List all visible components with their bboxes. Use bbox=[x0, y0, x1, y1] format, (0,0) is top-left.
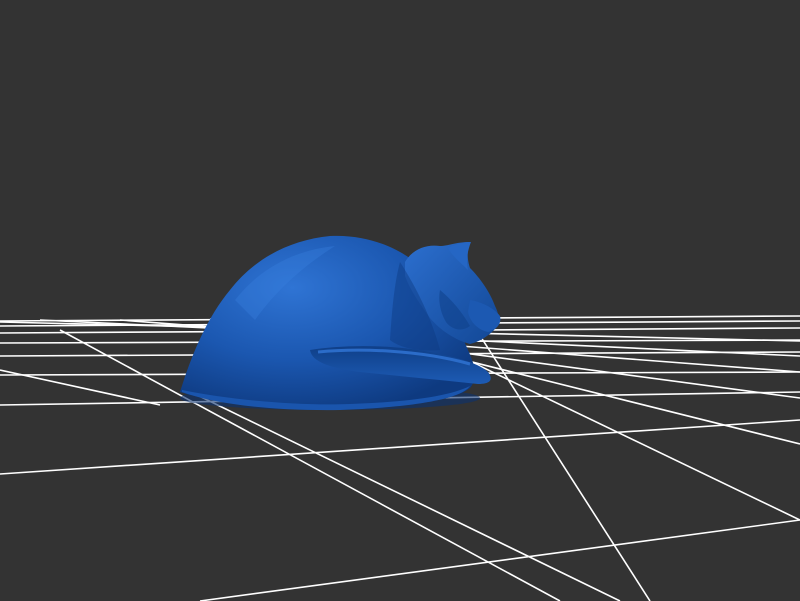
3d-viewport[interactable] bbox=[0, 0, 800, 601]
grid-line bbox=[469, 319, 651, 601]
grid-line bbox=[194, 393, 621, 601]
grid-line bbox=[0, 419, 800, 475]
3d-model-cat[interactable] bbox=[180, 235, 501, 411]
3d-scene[interactable] bbox=[0, 0, 800, 601]
grid-line bbox=[199, 519, 800, 601]
